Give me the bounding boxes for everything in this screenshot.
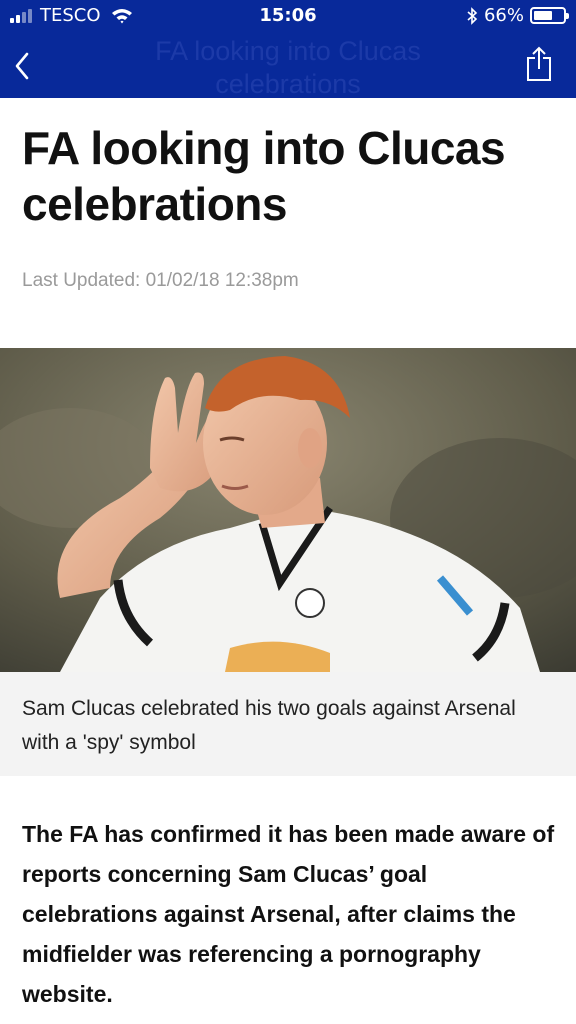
share-button[interactable] (526, 46, 552, 82)
status-right: 66% (466, 5, 569, 26)
battery-percent: 66% (483, 5, 524, 26)
article-hero-image (0, 348, 576, 672)
player-photo (0, 348, 576, 672)
article-headline: FA looking into Clucas celebrations (22, 122, 506, 230)
battery-icon (530, 7, 569, 24)
status-bar: TESCO 15:06 66% (0, 0, 576, 32)
back-button[interactable] (8, 48, 36, 84)
article-lead-paragraph: The FA has confirmed it has been made aw… (22, 821, 555, 1007)
chevron-left-icon (15, 52, 29, 80)
bluetooth-icon (467, 6, 478, 25)
image-caption-box: Sam Clucas celebrated his two goals agai… (0, 672, 576, 776)
nav-title: FA looking into Clucas celebrations (155, 36, 421, 99)
nav-bar: FA looking into Clucas celebrations (0, 32, 576, 99)
last-updated: Last Updated: 01/02/18 12:38pm (22, 270, 299, 291)
share-icon (527, 46, 551, 81)
image-caption: Sam Clucas celebrated his two goals agai… (22, 697, 516, 754)
